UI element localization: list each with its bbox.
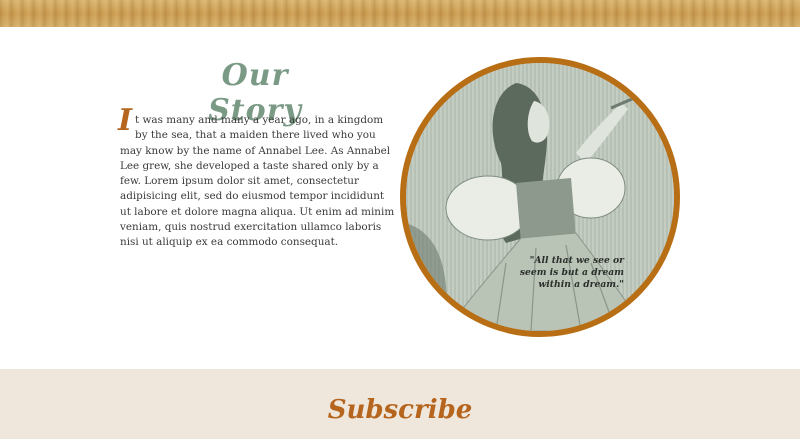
- portrait-illustration: [400, 57, 680, 337]
- subscribe-heading: Subscribe: [327, 395, 473, 425]
- drop-cap: I: [118, 103, 133, 138]
- dream-quote: "All that we see or seem is but a dream …: [519, 255, 624, 290]
- story-paragraph: It was many and many a year ago, in a ki…: [118, 106, 398, 251]
- story-body-text: t was many and many a year ago, in a kin…: [120, 114, 395, 249]
- wood-header-bar: [0, 0, 800, 27]
